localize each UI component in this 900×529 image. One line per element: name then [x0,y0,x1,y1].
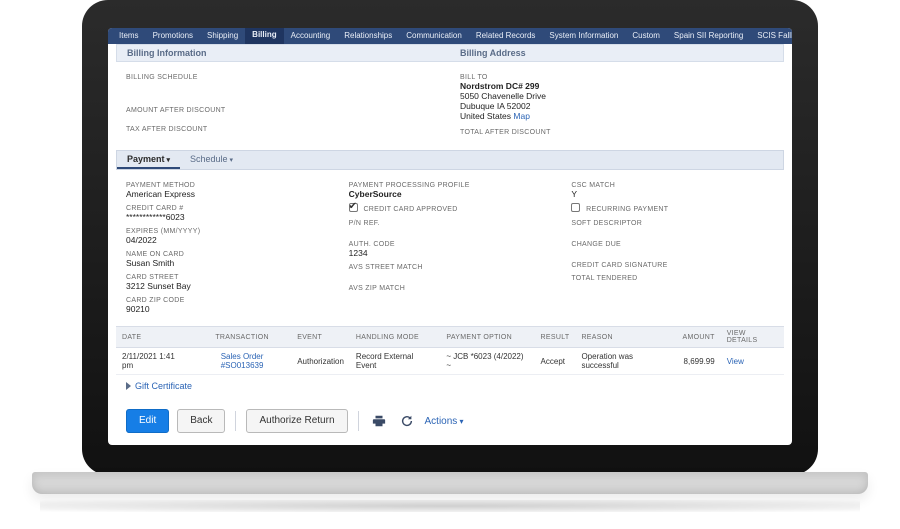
back-button[interactable]: Back [177,409,225,433]
section-header-left: Billing Information [117,45,450,61]
expires-label: EXPIRES (MM/YYYY) [126,228,329,235]
action-footer: Edit Back Authorize Return Actions [116,397,784,445]
bill-to-street: 5050 Chavenelle Drive [460,91,774,101]
tax-after-discount-label: TAX AFTER DISCOUNT [126,126,440,133]
print-icon[interactable] [369,410,389,432]
total-tendered-label: TOTAL TENDERED [571,275,774,282]
card-street-label: CARD STREET [126,274,329,281]
laptop-frame: Items Promotions Shipping Billing Accoun… [82,0,818,475]
auth-code-value: 1234 [349,248,552,258]
change-due-label: CHANGE DUE [571,241,774,248]
processing-profile-value: CyberSource [349,189,552,199]
subtab-schedule[interactable]: Schedule [180,151,243,169]
bill-to-name: Nordstrom DC# 299 [460,81,774,91]
cell-date: 2/11/2021 1:41 pm [116,348,193,375]
tab-scis-fallback[interactable]: SCIS Fallback [750,28,792,44]
divider [358,411,359,431]
bill-to-label: BILL TO [460,74,774,81]
cell-event: Authorization [291,348,350,375]
tab-shipping[interactable]: Shipping [200,28,245,44]
pn-ref-label: P/N REF. [349,220,552,227]
view-link[interactable]: View [727,357,744,366]
refresh-icon[interactable] [397,410,417,432]
col-event[interactable]: EVENT [291,327,350,348]
cc-number-label: CREDIT CARD # [126,205,329,212]
cc-approved-label: CREDIT CARD APPROVED [363,206,457,213]
cc-approved-checkbox [349,203,358,212]
col-transaction[interactable]: TRANSACTION [193,327,291,348]
gift-certificate-toggle[interactable]: Gift Certificate [116,375,784,397]
section-header: Billing Information Billing Address [116,44,784,62]
payment-method-value: American Express [126,189,329,199]
recurring-label: RECURRING PAYMENT [586,206,668,213]
bill-to-country-row: United States Map [460,111,774,121]
cell-payment-option: ~ JCB *6023 (4/2022) ~ [440,348,534,375]
tab-billing[interactable]: Billing [245,28,283,44]
app-screen: Items Promotions Shipping Billing Accoun… [108,28,792,445]
tab-accounting[interactable]: Accounting [284,28,338,44]
bill-to-country: United States [460,111,511,121]
table-row: 2/11/2021 1:41 pm Sales Order #SO013639 … [116,348,784,375]
col-result[interactable]: RESULT [535,327,576,348]
tab-custom[interactable]: Custom [625,28,667,44]
section-header-right: Billing Address [450,45,783,61]
cell-amount: 8,699.99 [677,348,721,375]
tab-relationships[interactable]: Relationships [337,28,399,44]
soft-descriptor-label: SOFT DESCRIPTOR [571,220,774,227]
cell-reason: Operation was successful [575,348,676,375]
subtab-payment[interactable]: Payment [117,151,180,169]
tab-items[interactable]: Items [112,28,146,44]
billing-schedule-label: BILLING SCHEDULE [126,74,440,81]
laptop-base [32,472,868,494]
col-date[interactable]: DATE [116,327,193,348]
col-reason[interactable]: REASON [575,327,676,348]
payment-method-label: PAYMENT METHOD [126,182,329,189]
card-zip-value: 90210 [126,304,329,314]
authorize-return-button[interactable]: Authorize Return [246,409,347,433]
tab-communication[interactable]: Communication [399,28,469,44]
actions-menu[interactable]: Actions [425,416,464,427]
total-after-discount-label: TOTAL AFTER DISCOUNT [460,129,774,136]
expires-value: 04/2022 [126,235,329,245]
tab-spain-sii[interactable]: Spain SII Reporting [667,28,750,44]
avs-street-label: AVS STREET MATCH [349,264,552,271]
col-amount[interactable]: AMOUNT [677,327,721,348]
transaction-table: DATE TRANSACTION EVENT HANDLING MODE PAY… [116,326,784,375]
card-street-value: 3212 Sunset Bay [126,281,329,291]
card-zip-label: CARD ZIP CODE [126,297,329,304]
cell-handling-mode: Record External Event [350,348,440,375]
cell-result: Accept [535,348,576,375]
subtab-nav-bar: Items Promotions Shipping Billing Accoun… [108,28,792,44]
amount-after-discount-label: AMOUNT AFTER DISCOUNT [126,107,440,114]
csc-match-value: Y [571,189,774,199]
auth-code-label: AUTH. CODE [349,241,552,248]
tab-related-records[interactable]: Related Records [469,28,543,44]
disclosure-triangle-icon [126,382,131,390]
gift-certificate-label: Gift Certificate [135,381,192,391]
col-view-details[interactable]: VIEW DETAILS [721,327,784,348]
name-on-card-label: NAME ON CARD [126,251,329,258]
recurring-checkbox [571,203,580,212]
csc-match-label: CSC MATCH [571,182,774,189]
edit-button[interactable]: Edit [126,409,169,433]
tab-system-information[interactable]: System Information [542,28,625,44]
payment-subtab-bar: Payment Schedule [116,150,784,170]
cc-signature-label: CREDIT CARD SIGNATURE [571,262,774,269]
cc-number-value: ************6023 [126,212,329,222]
transaction-link[interactable]: Sales Order #SO013639 [221,352,264,370]
bill-to-city: Dubuque IA 52002 [460,101,774,111]
payment-grid: PAYMENT METHOD American Express CREDIT C… [116,170,784,320]
tab-promotions[interactable]: Promotions [146,28,200,44]
cc-approved-row: CREDIT CARD APPROVED [349,203,552,214]
divider [235,411,236,431]
col-handling-mode[interactable]: HANDLING MODE [350,327,440,348]
processing-profile-label: PAYMENT PROCESSING PROFILE [349,182,552,189]
name-on-card-value: Susan Smith [126,258,329,268]
avs-zip-label: AVS ZIP MATCH [349,285,552,292]
laptop-shadow [40,500,860,512]
recurring-row: RECURRING PAYMENT [571,203,774,214]
map-link[interactable]: Map [513,111,530,121]
col-payment-option[interactable]: PAYMENT OPTION [440,327,534,348]
